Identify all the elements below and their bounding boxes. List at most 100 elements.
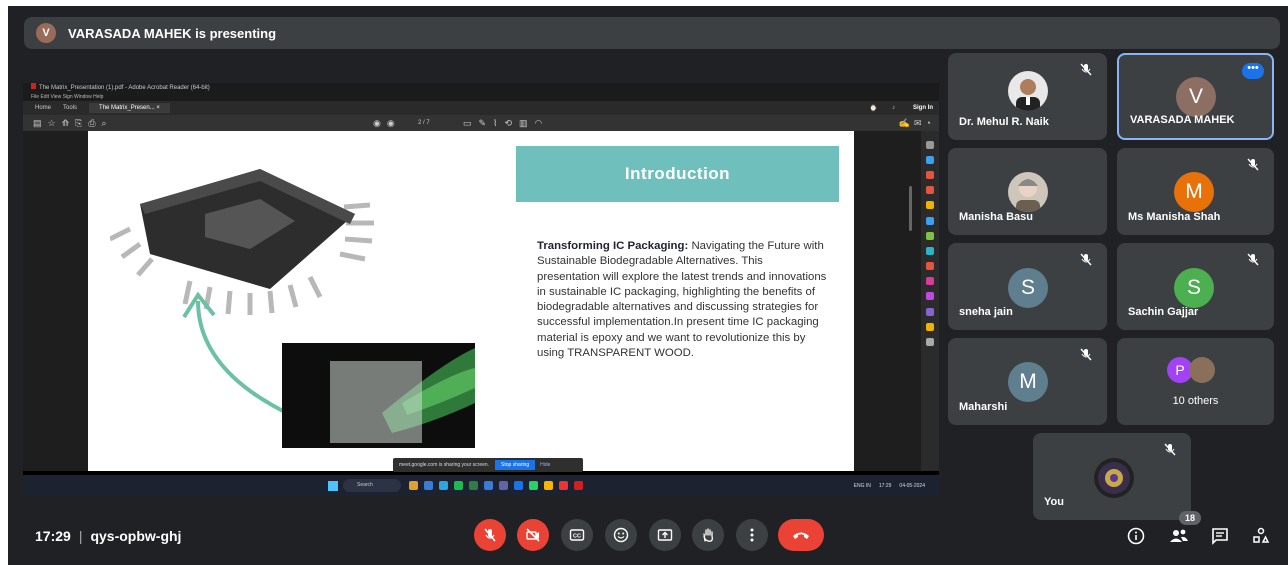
- participant-tile[interactable]: Manisha Basu: [948, 148, 1107, 235]
- tool-icon: [926, 155, 934, 164]
- participant-name: 10 others: [1172, 395, 1219, 407]
- acrobat-window-title: The Matrix_Presentation (1).pdf - Adobe …: [39, 85, 210, 91]
- avatar: M: [1174, 172, 1214, 212]
- app-icon: [469, 481, 478, 490]
- participant-tile-active[interactable]: V ••• VARASADA MAHEK: [1117, 53, 1274, 140]
- mic-off-icon: [484, 528, 496, 542]
- mic-off-icon: [1080, 63, 1092, 76]
- hide-button: Hide: [540, 462, 551, 468]
- avatar: [1189, 357, 1215, 383]
- self-tile[interactable]: You: [1033, 433, 1191, 520]
- more-options-button[interactable]: [736, 519, 768, 551]
- tool-icon: [926, 231, 934, 240]
- participant-tile[interactable]: Dr. Mehul R. Naik: [948, 53, 1107, 140]
- presenter-bar: V VARASADA MAHEK is presenting: [24, 17, 1280, 49]
- app-icon: [409, 481, 418, 490]
- captions-icon: CC: [569, 529, 585, 541]
- avatar: S: [1008, 268, 1048, 308]
- phone-hangup-icon: [793, 532, 809, 539]
- share-notice-text: meet.google.com is sharing your screen.: [399, 462, 490, 468]
- participant-name: Manisha Basu: [959, 211, 1033, 223]
- participant-name: You: [1044, 496, 1064, 508]
- more-vert-icon: [750, 528, 754, 542]
- acrobat-titlebar: The Matrix_Presentation (1).pdf - Adobe …: [23, 83, 939, 93]
- clock-time: 17:29: [35, 528, 71, 544]
- taskbar-search: Search: [343, 479, 401, 492]
- bell-icon: ♪: [892, 105, 895, 111]
- avatar: [1008, 71, 1048, 111]
- participant-tile[interactable]: M Maharshi: [948, 338, 1107, 425]
- transparent-wood-image: [282, 343, 475, 448]
- mic-toggle-button[interactable]: [474, 519, 506, 551]
- acrobat-sign-in: Sign In: [913, 105, 933, 111]
- slide-title: Introduction: [516, 146, 839, 202]
- captions-button[interactable]: CC: [561, 519, 593, 551]
- acrobat-toolbar-left-icons: ▤☆⟰⎘⎙⌕: [33, 117, 113, 128]
- meeting-details-button[interactable]: [1125, 525, 1147, 547]
- camera-toggle-button[interactable]: [517, 519, 549, 551]
- tray-time: 17:29: [878, 482, 892, 489]
- raise-hand-button[interactable]: [692, 519, 724, 551]
- tool-icon: [926, 322, 934, 331]
- app-icon: [499, 481, 508, 490]
- tab-tools: Tools: [63, 105, 78, 111]
- tool-icon: [926, 338, 934, 347]
- leave-call-button[interactable]: [778, 519, 824, 551]
- participant-name: Dr. Mehul R. Naik: [959, 116, 1049, 128]
- mic-off-icon: [1164, 443, 1176, 456]
- slide-lead-text: Navigating the Future with Sustainable B…: [537, 240, 827, 360]
- mic-off-icon: [1247, 253, 1259, 266]
- participant-tile[interactable]: S Sachin Gajjar: [1117, 243, 1274, 330]
- tool-icon: [926, 216, 934, 225]
- tool-icon: [926, 292, 934, 301]
- participant-name: Maharshi: [959, 401, 1008, 413]
- present-button[interactable]: [649, 519, 681, 551]
- page-indicator: 2 / 7: [418, 120, 430, 126]
- tool-icon: [926, 246, 934, 255]
- tab-document: The Matrix_Presen... ×: [89, 103, 170, 113]
- more-options-button[interactable]: •••: [1242, 63, 1264, 79]
- app-icon: [529, 481, 538, 490]
- tool-icon: [926, 277, 934, 286]
- meeting-info: 17:29 | qys-opbw-ghj: [35, 528, 181, 544]
- info-icon: [1127, 527, 1145, 545]
- app-icon: [559, 481, 568, 490]
- slide-page: Introduction Transforming IC Packaging: …: [88, 131, 854, 471]
- tray-lang: ENG IN: [853, 482, 871, 489]
- mic-off-icon: [1080, 348, 1092, 361]
- app-icon: [514, 481, 523, 490]
- bottom-bar: 17:29 | qys-opbw-ghj CC 18: [8, 511, 1288, 565]
- app-icon: [439, 481, 448, 490]
- mic-off-icon: [1247, 158, 1259, 171]
- meeting-code: qys-opbw-ghj: [90, 528, 182, 544]
- people-button[interactable]: [1168, 525, 1190, 547]
- mic-off-icon: [1080, 253, 1092, 266]
- participant-tile[interactable]: S sneha jain: [948, 243, 1107, 330]
- taskbar-app-icons: [409, 481, 583, 490]
- tool-icon: [926, 170, 934, 179]
- system-tray: ENG IN 17:29 04-05-2024: [854, 483, 925, 489]
- activities-button[interactable]: [1250, 525, 1272, 547]
- participant-name: VARASADA MAHEK: [1130, 114, 1235, 126]
- others-tile[interactable]: P 10 others: [1117, 338, 1274, 425]
- presenter-label: VARASADA MAHEK is presenting: [68, 25, 277, 41]
- avatar: M: [1008, 362, 1048, 402]
- document-scrollbar: [909, 186, 912, 231]
- app-icon: [574, 481, 583, 490]
- avatar: [1094, 458, 1134, 498]
- stop-sharing-button: Stop sharing: [495, 460, 536, 470]
- page-nav-icons: ◉◉: [373, 117, 401, 128]
- windows-start-icon: [328, 480, 338, 491]
- emoji-button[interactable]: [605, 519, 637, 551]
- clock-icon: ⌚: [869, 105, 877, 112]
- participant-tile[interactable]: M Ms Manisha Shah: [1117, 148, 1274, 235]
- chat-button[interactable]: [1209, 525, 1231, 547]
- acrobat-menubar: File Edit View Sign Window Help: [23, 93, 939, 101]
- slide-lead-bold: Transforming IC Packaging:: [537, 240, 689, 252]
- tool-icon: [926, 140, 934, 149]
- present-screen-icon: [657, 529, 673, 541]
- app-icon: [484, 481, 493, 490]
- slide-body: Transforming IC Packaging: Navigating th…: [537, 239, 827, 361]
- svg-text:CC: CC: [573, 534, 581, 540]
- participant-count-badge: 18: [1179, 511, 1201, 525]
